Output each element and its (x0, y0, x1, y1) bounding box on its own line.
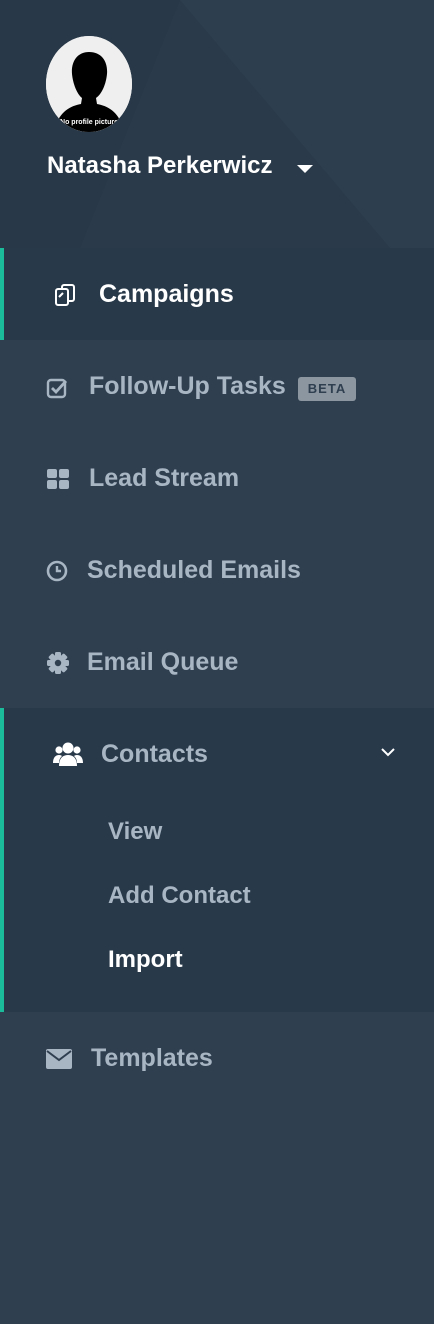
avatar-caption: No profile picture (60, 119, 118, 126)
nav-item-campaigns[interactable]: Campaigns (0, 248, 434, 340)
avatar[interactable]: No profile picture (46, 36, 132, 132)
nav-label-templates: Templates (91, 1044, 213, 1072)
sub-item-add-contact[interactable]: Add Contact (108, 876, 251, 916)
nav-item-follow-up-tasks[interactable]: Follow-Up Tasks (0, 340, 434, 432)
caret-down-icon[interactable] (297, 165, 313, 173)
nav-label-contacts: Contacts (101, 740, 208, 768)
profile-header: No profile picture Natasha Perkerwicz (0, 0, 434, 248)
beta-badge: BETA (298, 377, 356, 401)
sidebar: No profile picture Natasha Perkerwicz Ca… (0, 0, 434, 1324)
clock-icon (46, 560, 68, 582)
nav-item-email-queue[interactable]: Email Queue (0, 616, 434, 708)
grid-icon (47, 469, 69, 489)
chevron-down-icon[interactable] (380, 746, 396, 758)
nav-label-campaigns: Campaigns (99, 280, 234, 308)
nav-item-scheduled-emails[interactable]: Scheduled Emails (0, 524, 434, 616)
users-icon (53, 742, 83, 766)
copy-icon (55, 284, 75, 306)
person-silhouette-icon (46, 36, 132, 132)
gear-icon (47, 652, 69, 674)
nav-label-email-queue: Email Queue (87, 648, 239, 676)
sub-item-import[interactable]: Import (108, 940, 183, 980)
envelope-icon (46, 1049, 72, 1069)
nav-label-follow-up-tasks: Follow-Up Tasks (89, 372, 286, 400)
nav-label-scheduled-emails: Scheduled Emails (87, 556, 301, 584)
nav-item-contacts[interactable]: Contacts (0, 708, 434, 800)
nav-item-templates[interactable]: Templates (0, 1012, 434, 1104)
user-name[interactable]: Natasha Perkerwicz (47, 150, 272, 182)
nav-item-lead-stream[interactable]: Lead Stream (0, 432, 434, 524)
active-indicator (0, 248, 4, 340)
checkbox-icon (46, 378, 68, 399)
sub-item-view[interactable]: View (108, 812, 162, 852)
nav-label-lead-stream: Lead Stream (89, 464, 240, 492)
